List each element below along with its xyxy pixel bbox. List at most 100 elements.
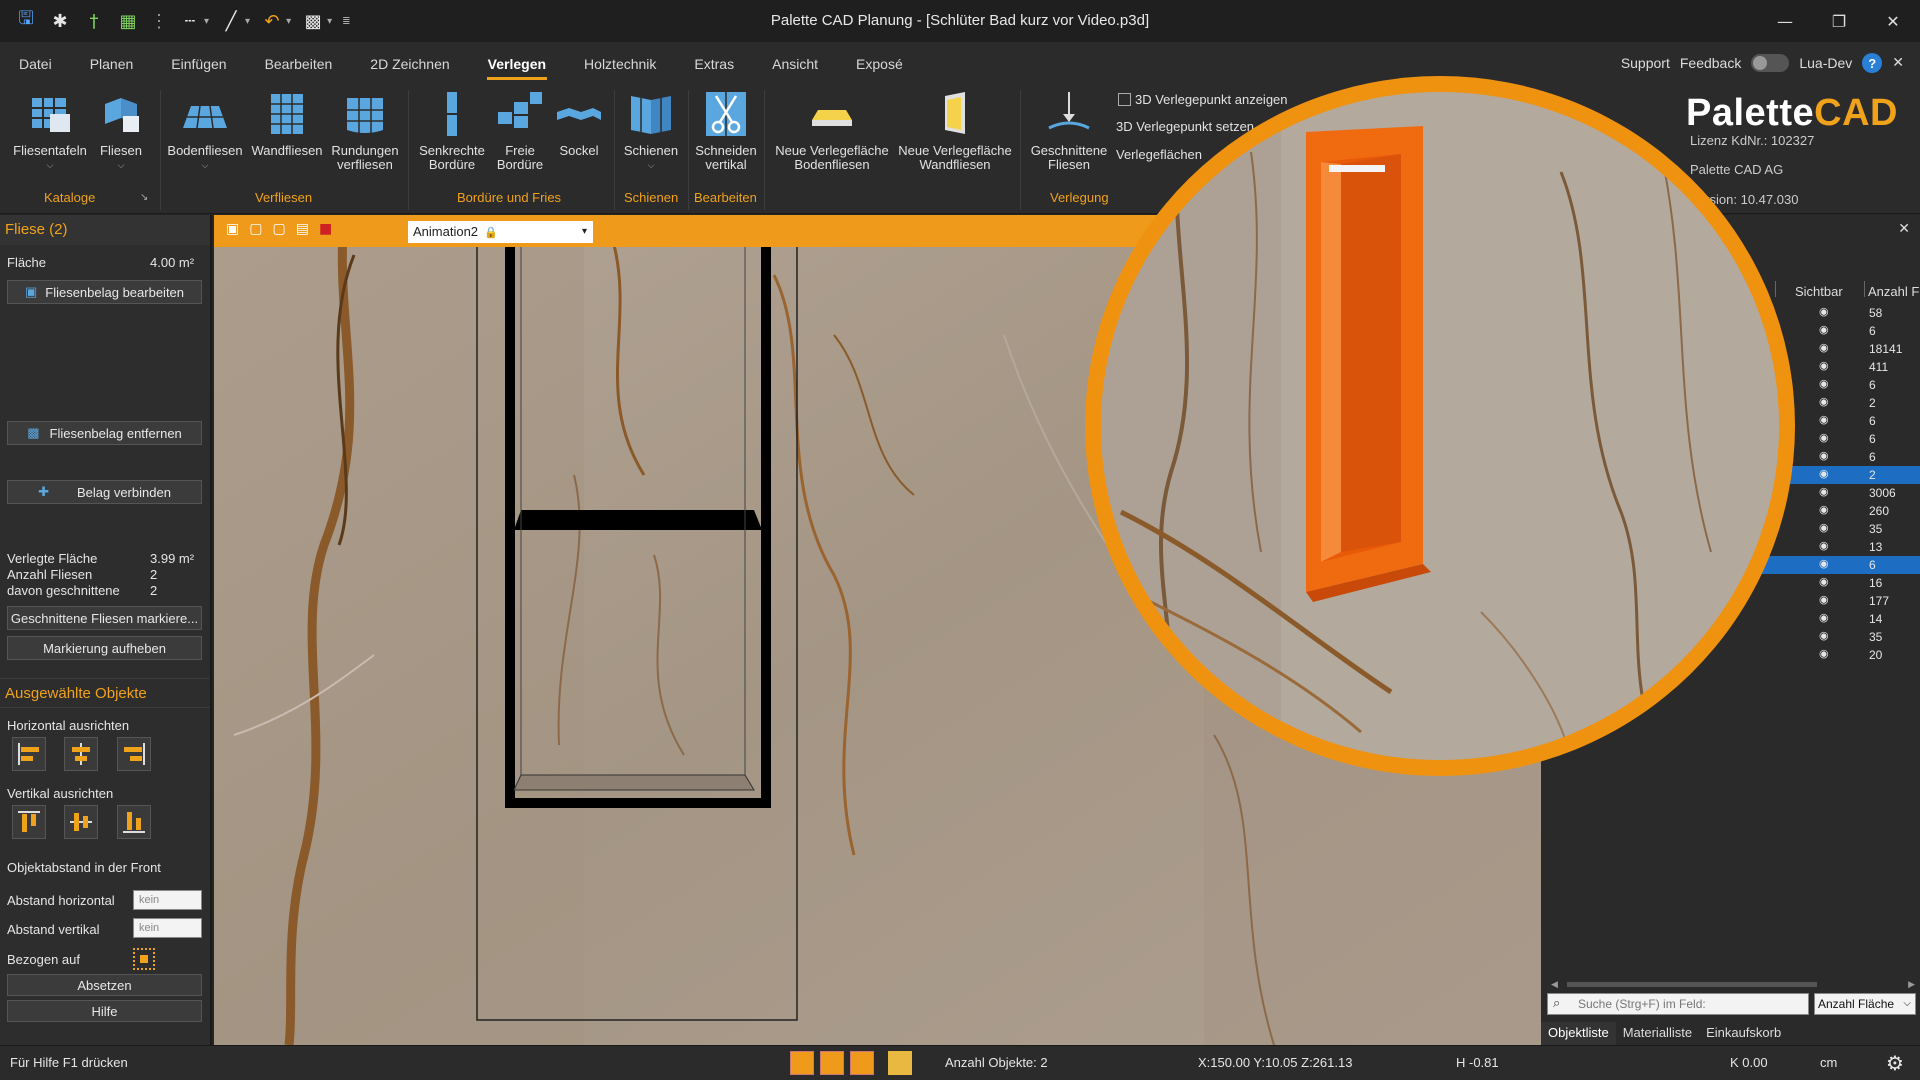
visibility-eye-icon[interactable]: ◉ [1819, 431, 1829, 444]
animation-select[interactable]: Animation2 🔒 ▾ [408, 221, 593, 243]
rundungen-button[interactable]: Rundungen verfliesen [327, 90, 403, 172]
align-left-icon[interactable] [12, 737, 46, 771]
visibility-eye-icon[interactable]: ◉ [1819, 341, 1829, 354]
scroll-right-icon[interactable]: ▶ [1908, 979, 1915, 990]
visibility-eye-icon[interactable]: ◉ [1819, 359, 1829, 372]
help-icon[interactable]: ? [1862, 53, 1883, 73]
view-side-icon[interactable]: ▢ [272, 221, 285, 237]
support-link[interactable]: Support [1621, 55, 1670, 71]
tab-2d-zeichnen[interactable]: 2D Zeichnen [351, 42, 468, 84]
pin-icon[interactable]: † [82, 9, 106, 33]
feedback-link[interactable]: Feedback [1680, 55, 1741, 71]
fliesen-button[interactable]: Fliesen ⌵ [92, 90, 150, 172]
visibility-eye-icon[interactable]: ◉ [1819, 647, 1829, 660]
visibility-eye-icon[interactable]: ◉ [1819, 467, 1829, 480]
close-icon[interactable]: ✕ [1866, 0, 1920, 42]
visibility-eye-icon[interactable]: ◉ [1819, 413, 1829, 426]
view-icon[interactable]: ▩ [301, 9, 325, 33]
search-box[interactable]: ⌕ Suche (Strg+F) im Feld: [1547, 993, 1809, 1015]
snap-point-icon[interactable] [850, 1051, 874, 1075]
visibility-eye-icon[interactable]: ◉ [1819, 449, 1829, 462]
tab-objektliste[interactable]: Objektliste [1541, 1022, 1616, 1045]
snap-grid-icon[interactable] [790, 1051, 814, 1075]
schneiden-vertikal-button[interactable]: Schneiden vertikal [692, 90, 760, 172]
verlegeflaechen-button[interactable]: Verlegeflächen [1116, 147, 1202, 162]
gear-icon[interactable]: ⚙ [1886, 1051, 1904, 1075]
geschnittene-fliesen-button[interactable]: Geschnittene Fliesen [1024, 90, 1114, 172]
senkrechte-borduere-button[interactable]: Senkrechte Bordüre [412, 90, 492, 172]
visibility-eye-icon[interactable]: ◉ [1819, 611, 1829, 624]
tab-einfuegen[interactable]: Einfügen [152, 42, 245, 84]
snap-magnet-icon[interactable] [820, 1051, 844, 1075]
tab-extras[interactable]: Extras [675, 42, 753, 84]
neue-verlegeflaeche-wand-button[interactable]: Neue Verlegefläche Wandfliesen [896, 90, 1014, 172]
tab-verlegen[interactable]: Verlegen [469, 42, 565, 84]
tab-expose[interactable]: Exposé [837, 42, 922, 84]
chevron-down-icon[interactable]: ▾ [204, 16, 209, 27]
visibility-eye-icon[interactable]: ◉ [1819, 629, 1829, 642]
mark-cut-tiles-button[interactable]: Geschnittene Fliesen markiere... [7, 606, 202, 630]
align-right-icon[interactable] [117, 737, 151, 771]
visibility-eye-icon[interactable]: ◉ [1819, 323, 1829, 336]
column-anzahl[interactable]: Anzahl F [1868, 284, 1919, 299]
visibility-eye-icon[interactable]: ◉ [1819, 593, 1829, 606]
unmark-button[interactable]: Markierung aufheben [7, 636, 202, 660]
pin-ribbon-icon[interactable]: ✕ [1892, 55, 1904, 71]
camera-icon[interactable]: ▣ [226, 221, 239, 237]
tab-holztechnik[interactable]: Holztechnik [565, 42, 675, 84]
sockel-button[interactable]: Sockel [552, 90, 606, 158]
grid-icon[interactable]: ▦ [116, 9, 140, 33]
scroll-left-icon[interactable]: ◀ [1551, 979, 1558, 990]
fliesentafeln-button[interactable]: Fliesentafeln ⌵ [12, 90, 88, 172]
align-center-v-icon[interactable] [64, 805, 98, 839]
reference-selector-icon[interactable] [133, 948, 155, 970]
checkbox-icon[interactable] [1118, 93, 1131, 106]
tab-ansicht[interactable]: Ansicht [753, 42, 837, 84]
visibility-eye-icon[interactable]: ◉ [1819, 503, 1829, 516]
set-3d-point-button[interactable]: 3D Verlegepunkt setzen [1116, 119, 1254, 134]
hilfe-button[interactable]: Hilfe [7, 1000, 202, 1022]
tab-bearbeiten[interactable]: Bearbeiten [246, 42, 352, 84]
unit-select[interactable]: cm [1820, 1055, 1837, 1070]
show-3d-point-checkbox[interactable]: 3D Verlegepunkt anzeigen [1118, 92, 1288, 107]
column-sichtbar[interactable]: Sichtbar [1795, 284, 1843, 299]
minimize-icon[interactable]: — [1758, 0, 1812, 42]
chevron-down-icon[interactable]: ▾ [327, 16, 332, 27]
neue-verlegeflaeche-boden-button[interactable]: Neue Verlegefläche Bodenfliesen [772, 90, 892, 172]
chevron-down-icon[interactable]: ▾ [245, 16, 250, 27]
bodenfliesen-button[interactable]: Bodenfliesen ⌵ [165, 90, 245, 172]
freie-borduere-button[interactable]: Freie Bordüre [492, 90, 548, 172]
chevron-down-icon[interactable]: ▾ [286, 16, 291, 27]
wandfliesen-button[interactable]: Wandfliesen [249, 90, 325, 158]
undo-icon[interactable]: ↶ [260, 9, 284, 33]
schienen-button[interactable]: Schienen ⌵ [620, 90, 682, 172]
visibility-eye-icon[interactable]: ◉ [1819, 305, 1829, 318]
tab-einkaufskorb[interactable]: Einkaufskorb [1699, 1022, 1788, 1045]
more-icon[interactable]: ≣ [342, 16, 350, 27]
color-cube-icon[interactable]: ■ [319, 221, 332, 237]
abstand-horizontal-input[interactable]: kein [133, 890, 202, 910]
lua-dev-toggle[interactable] [1751, 54, 1790, 72]
fliesenbelag-bearbeiten-button[interactable]: ▣ Fliesenbelag bearbeiten [7, 280, 202, 304]
scroll-thumb[interactable] [1567, 982, 1817, 987]
settings-wand-icon[interactable]: ✱ [48, 9, 72, 33]
horizontal-scrollbar[interactable]: ◀ ▶ [1551, 979, 1915, 989]
save-icon[interactable]: 🖫 [14, 8, 38, 33]
align-bottom-icon[interactable] [117, 805, 151, 839]
visibility-eye-icon[interactable]: ◉ [1819, 395, 1829, 408]
absetzen-button[interactable]: Absetzen [7, 974, 202, 996]
measure-icon[interactable]: ╱ [219, 9, 243, 33]
visibility-eye-icon[interactable]: ◉ [1819, 521, 1829, 534]
visibility-eye-icon[interactable]: ◉ [1819, 377, 1829, 390]
search-field-select[interactable]: Anzahl Fläche ⌵ [1814, 993, 1916, 1015]
snap-settings-icon[interactable] [888, 1051, 912, 1075]
align-top-icon[interactable] [12, 805, 46, 839]
layer-icon[interactable]: ▤ [296, 221, 309, 237]
restore-icon[interactable]: ❐ [1812, 0, 1866, 42]
view-front-icon[interactable]: ▢ [249, 221, 262, 237]
dashed-line-icon[interactable]: ┄ [178, 9, 202, 33]
dialog-launcher-icon[interactable]: ↘ [140, 192, 148, 203]
fliesenbelag-entfernen-button[interactable]: ▩ Fliesenbelag entfernen [7, 421, 202, 445]
tab-materialliste[interactable]: Materialliste [1616, 1022, 1699, 1045]
visibility-eye-icon[interactable]: ◉ [1819, 557, 1829, 570]
